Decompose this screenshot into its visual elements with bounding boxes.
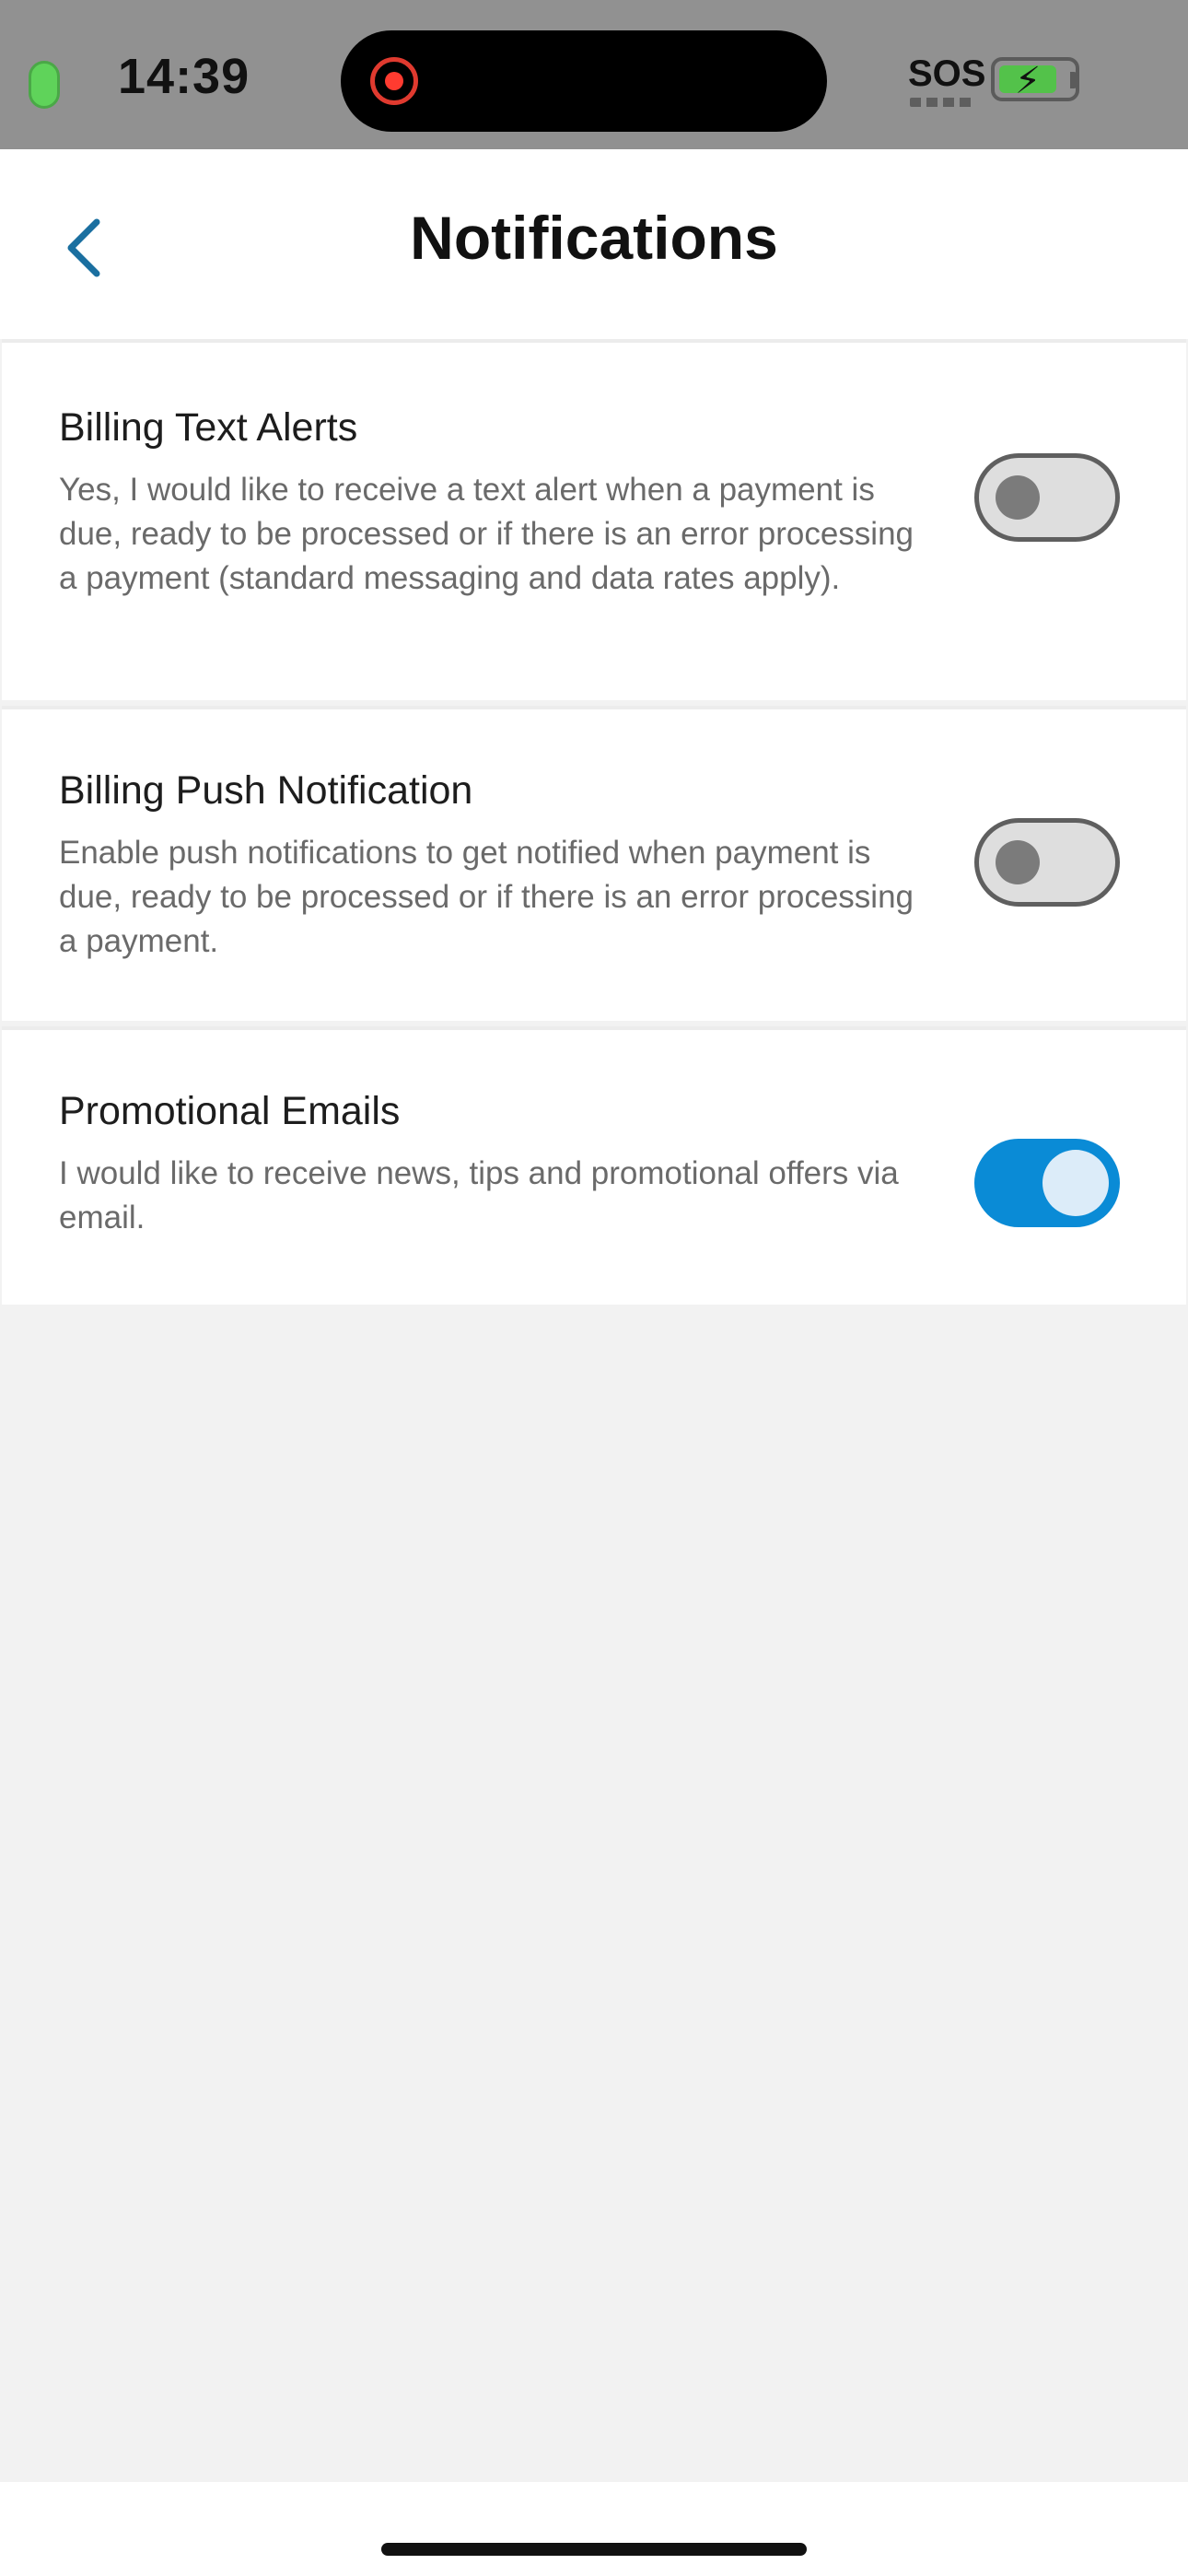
sos-label: SOS [908, 53, 986, 94]
toggle-knob [996, 840, 1040, 884]
status-bar: 14:39 SOS ⚡ [0, 0, 1188, 149]
settings-list: Billing Text Alerts Yes, I would like to… [0, 339, 1188, 1310]
billing-push-notification-toggle[interactable] [974, 818, 1120, 907]
signal-icon [910, 98, 973, 107]
setting-billing-push-notification: Billing Push Notification Enable push no… [2, 706, 1186, 1021]
screen-recording-icon [370, 57, 418, 105]
setting-text: Promotional Emails I would like to recei… [59, 1087, 925, 1240]
home-indicator[interactable] [381, 2543, 807, 2556]
setting-description: I would like to receive news, tips and p… [59, 1155, 899, 1235]
nav-bar: Notifications [0, 149, 1188, 339]
toggle-knob [1042, 1150, 1109, 1216]
setting-text: Billing Push Notification Enable push no… [59, 767, 925, 964]
setting-title: Promotional Emails [59, 1089, 401, 1133]
home-area [0, 2482, 1188, 2576]
setting-promotional-emails: Promotional Emails I would like to recei… [2, 1026, 1186, 1305]
charging-bolt-icon: ⚡ [1015, 61, 1042, 101]
page-title: Notifications [410, 204, 778, 272]
setting-title: Billing Push Notification [59, 768, 473, 813]
setting-text: Billing Text Alerts Yes, I would like to… [59, 404, 925, 601]
setting-description: Yes, I would like to receive a text aler… [59, 472, 914, 596]
billing-text-alerts-toggle[interactable] [974, 453, 1120, 542]
toggle-knob [996, 475, 1040, 520]
promotional-emails-toggle[interactable] [974, 1139, 1120, 1227]
battery-tip [1070, 72, 1077, 88]
call-indicator-icon [29, 61, 60, 109]
dynamic-island [341, 30, 827, 132]
setting-description: Enable push notifications to get notifie… [59, 835, 914, 959]
setting-billing-text-alerts: Billing Text Alerts Yes, I would like to… [2, 339, 1186, 700]
status-time: 14:39 [118, 49, 250, 104]
battery-icon: ⚡ [991, 57, 1079, 101]
setting-title: Billing Text Alerts [59, 405, 358, 450]
screen: 14:39 SOS ⚡ Notifications Billing Text A… [0, 0, 1188, 2576]
